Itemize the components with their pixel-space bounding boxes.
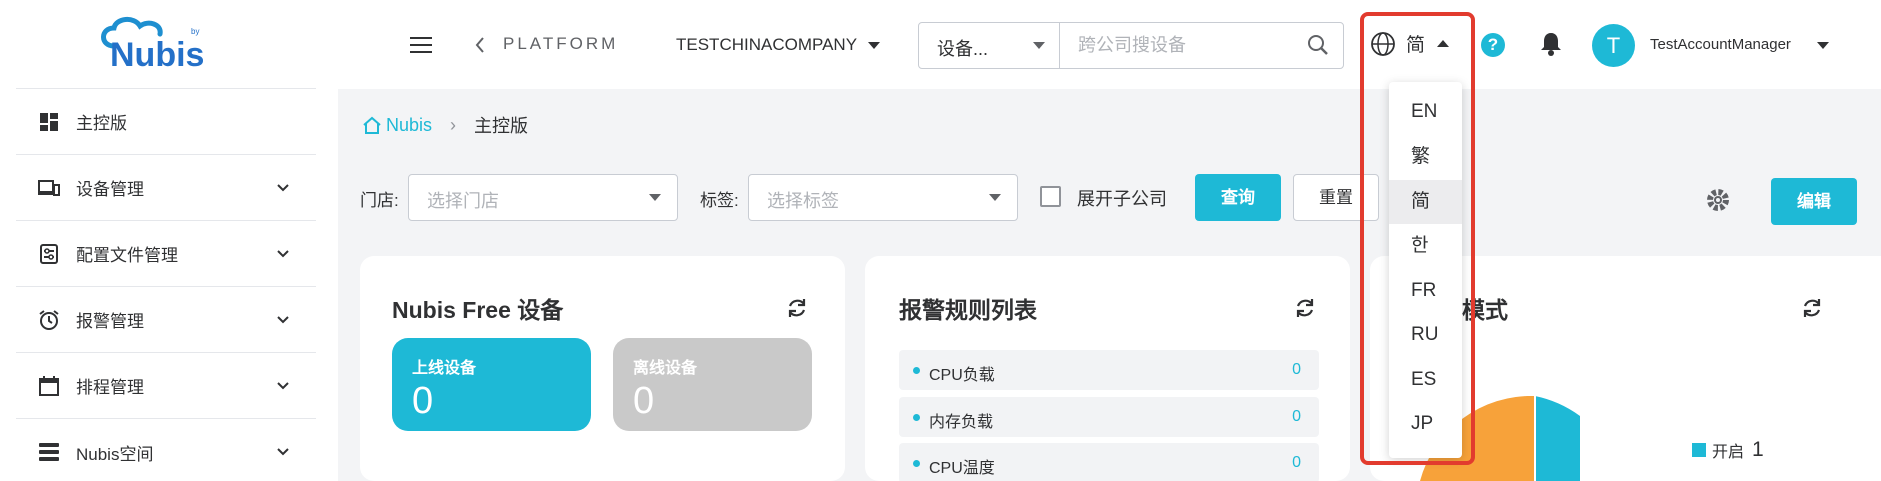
globe-icon: [1371, 31, 1395, 56]
sidebar-item-schedule[interactable]: 排程管理: [16, 353, 316, 419]
device-search-input[interactable]: [1060, 23, 1280, 67]
sidebar-item-dashboard[interactable]: 主控版: [16, 89, 316, 155]
tag-select[interactable]: 选择标签: [748, 174, 1018, 221]
breadcrumb: Nubis › 主控版: [362, 112, 528, 138]
avatar[interactable]: T: [1592, 24, 1635, 67]
refresh-icon[interactable]: [785, 296, 809, 320]
online-devices-stat[interactable]: 上线设备 0: [392, 338, 591, 431]
svg-text:by: by: [191, 27, 199, 36]
refresh-icon[interactable]: [1293, 296, 1317, 320]
company-selector[interactable]: TESTCHINACOMPANY: [676, 35, 857, 55]
expand-subsidiaries-checkbox[interactable]: [1040, 186, 1061, 207]
alarm-rules-card: 报警规则列表 CPU负载 0 内存负载 0 CPU温度 0: [865, 256, 1350, 481]
breadcrumb-current: 主控版: [474, 116, 529, 136]
tag-label: 标签:: [700, 191, 739, 210]
sidebar-item-label: 配置文件管理: [76, 246, 178, 265]
sidebar-item-label: Nubis空间: [76, 444, 154, 464]
pie-slice-on: [1535, 396, 1580, 481]
chevron-down-icon: [277, 448, 289, 456]
language-option-jp[interactable]: JP: [1389, 402, 1462, 446]
calendar-icon: [38, 375, 60, 397]
sidebar-item-label: 设备管理: [76, 180, 144, 199]
chart-legend-item[interactable]: 开启 1: [1692, 438, 1764, 462]
free-devices-card: Nubis Free 设备 上线设备 0 离线设备 0: [360, 256, 845, 481]
chevron-down-icon: [277, 381, 289, 389]
sidebar-item-devices[interactable]: 设备管理: [16, 155, 316, 221]
caret-up-icon: [1437, 40, 1450, 47]
caret-down-icon: [989, 194, 1001, 201]
current-language: 简: [1406, 35, 1426, 56]
sidebar-item-label: 主控版: [76, 114, 127, 133]
card-title: Nubis Free 设备: [392, 297, 564, 323]
bullet-dot: [913, 414, 920, 421]
language-option-fr[interactable]: FR: [1389, 269, 1462, 313]
sidebar-item-config-files[interactable]: 配置文件管理: [16, 221, 316, 287]
storage-icon: [38, 441, 60, 463]
search-category-select[interactable]: 设备...: [919, 23, 1060, 68]
store-label: 门店:: [360, 191, 399, 210]
store-select[interactable]: 选择门店: [408, 174, 678, 221]
alarm-rule-row[interactable]: CPU负载 0: [899, 350, 1319, 390]
caret-down-icon[interactable]: [868, 42, 880, 50]
language-dropdown: EN 繁 简 한 FR RU ES JP: [1389, 82, 1462, 458]
chevron-down-icon: [277, 183, 289, 191]
chevron-down-icon: [277, 315, 289, 323]
svg-text:Nubis: Nubis: [110, 36, 204, 72]
language-option-en[interactable]: EN: [1389, 90, 1462, 134]
devices-icon: [38, 177, 60, 199]
menu-toggle-icon[interactable]: [410, 36, 432, 54]
language-option-es[interactable]: ES: [1389, 358, 1462, 402]
search-icon[interactable]: [1307, 34, 1329, 56]
sidebar-item-label: 报警管理: [76, 312, 144, 331]
home-icon: [363, 116, 381, 134]
bullet-dot: [913, 367, 920, 374]
edit-button[interactable]: 编辑: [1771, 178, 1857, 225]
language-switcher[interactable]: 简: [1370, 30, 1450, 57]
sidebar: Nubis by 主控版 设备管理 配置文件管理 报警管理 排程管理 Nubis…: [0, 0, 338, 481]
caret-down-icon: [1033, 42, 1045, 49]
username[interactable]: TestAccountManager: [1650, 36, 1791, 53]
legend-swatch: [1692, 443, 1706, 457]
chevron-left-icon[interactable]: [474, 36, 486, 54]
refresh-icon[interactable]: [1800, 296, 1824, 320]
breadcrumb-separator: ›: [450, 114, 457, 135]
help-icon[interactable]: ?: [1481, 33, 1505, 57]
query-button[interactable]: 查询: [1195, 174, 1281, 221]
platform-link[interactable]: PLATFORM: [503, 34, 618, 54]
chevron-down-icon: [277, 249, 289, 257]
alarm-rule-row[interactable]: 内存负载 0: [899, 397, 1319, 437]
card-title: 报警规则列表: [899, 297, 1037, 323]
sidebar-item-alarms[interactable]: 报警管理: [16, 287, 316, 353]
card-title: 模式: [1462, 297, 1508, 323]
language-option-zh-hant[interactable]: 繁: [1389, 135, 1462, 179]
gear-icon[interactable]: [1705, 187, 1731, 213]
nubis-logo[interactable]: Nubis by: [16, 0, 316, 89]
language-option-ru[interactable]: RU: [1389, 313, 1462, 357]
sidebar-item-nubis-space[interactable]: Nubis空间: [16, 419, 316, 481]
alarm-clock-icon: [38, 309, 60, 331]
breadcrumb-home[interactable]: Nubis: [362, 115, 432, 136]
bullet-dot: [913, 460, 920, 467]
reset-button[interactable]: 重置: [1293, 174, 1379, 221]
caret-down-icon[interactable]: [1817, 42, 1829, 50]
device-search-group: 设备...: [918, 22, 1344, 69]
bell-icon[interactable]: [1541, 32, 1561, 56]
language-option-ko[interactable]: 한: [1389, 224, 1462, 268]
sidebar-item-label: 排程管理: [76, 378, 144, 397]
expand-subsidiaries-label[interactable]: 展开子公司: [1077, 185, 1167, 211]
config-file-icon: [38, 243, 60, 265]
dashboard-icon: [38, 111, 60, 133]
language-option-zh-hans[interactable]: 简: [1389, 180, 1462, 224]
alarm-rule-row[interactable]: CPU温度 0: [899, 443, 1319, 481]
top-header: PLATFORM TESTCHINACOMPANY 设备... 简 ? T Te…: [338, 0, 1881, 89]
offline-devices-stat[interactable]: 离线设备 0: [613, 338, 812, 431]
caret-down-icon: [649, 194, 661, 201]
